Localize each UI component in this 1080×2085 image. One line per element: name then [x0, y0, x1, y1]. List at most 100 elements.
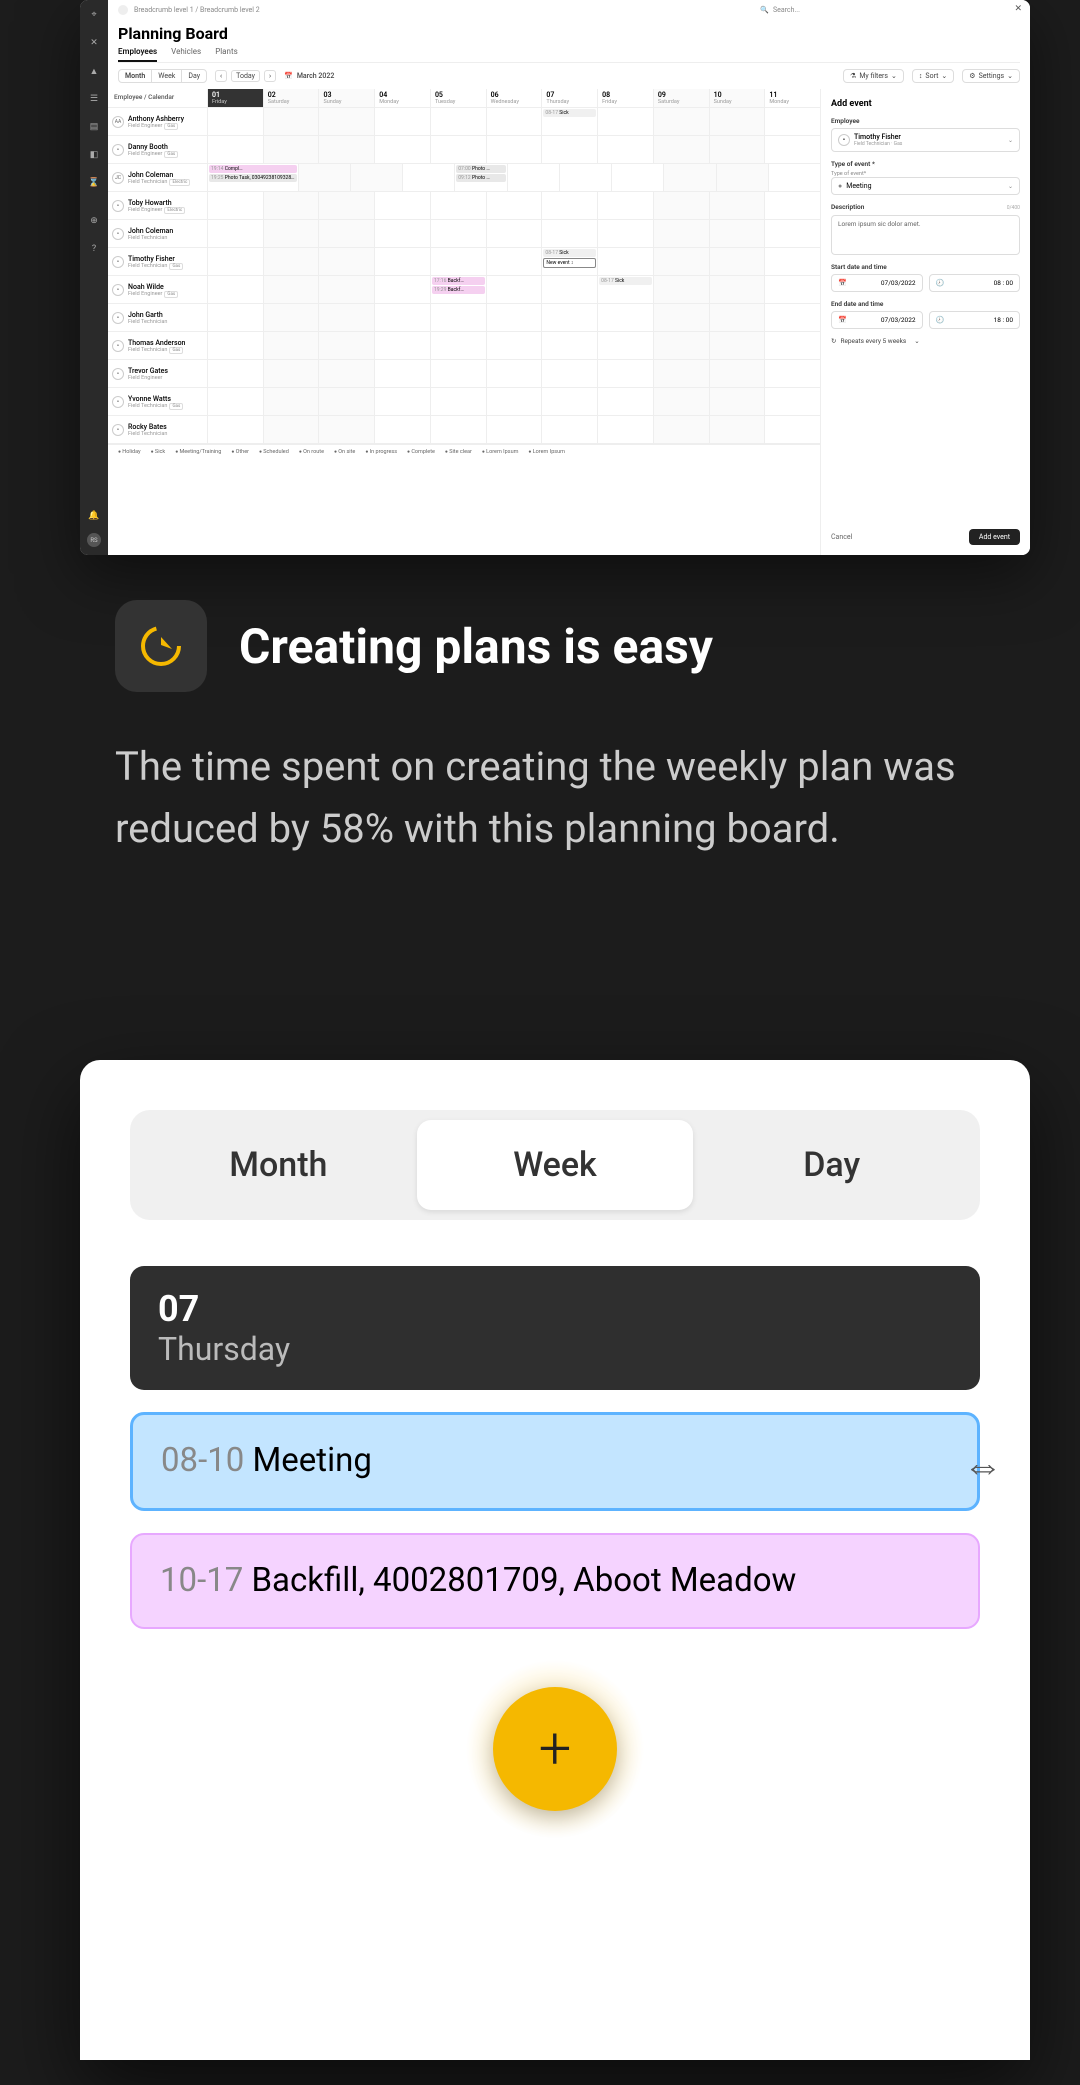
day-event[interactable]: 08-10 Meeting⇔ — [130, 1412, 980, 1511]
calendar-cell[interactable] — [299, 164, 351, 191]
day-column[interactable]: 06Wednesday — [487, 89, 543, 107]
calendar-cell[interactable] — [717, 164, 769, 191]
employee-cell[interactable]: ⚬Timothy FisherField TechnicianGas — [108, 248, 208, 275]
calendar-cell[interactable] — [765, 332, 820, 359]
drag-handle-icon[interactable]: ⇔ — [963, 1439, 1003, 1493]
add-event-button[interactable]: Add event — [969, 529, 1020, 545]
employee-cell[interactable]: ⚬Rocky BatesField Technician — [108, 416, 208, 443]
calendar-cell[interactable] — [765, 304, 820, 331]
day-column[interactable]: 01Friday — [208, 89, 264, 107]
calendar-cell[interactable] — [487, 416, 543, 443]
calendar-cell[interactable] — [654, 192, 710, 219]
calendar-cell[interactable] — [710, 192, 766, 219]
calendar-cell[interactable] — [654, 416, 710, 443]
tab-employees[interactable]: Employees — [118, 47, 157, 62]
day-column[interactable]: 03Sunday — [319, 89, 375, 107]
calendar-cell[interactable] — [765, 276, 820, 303]
today-button[interactable]: Today — [231, 70, 260, 82]
nav-icon[interactable]: ▤ — [87, 120, 101, 134]
event-chip[interactable]: 08-17 Sick — [543, 249, 596, 257]
calendar-cell[interactable] — [208, 108, 264, 135]
calendar-cell[interactable]: 08-17 Sick — [598, 276, 654, 303]
employee-cell[interactable]: JCJohn ColemanField TechnicianElectric — [108, 164, 208, 191]
calendar-cell[interactable] — [375, 304, 431, 331]
calendar-cell[interactable] — [654, 248, 710, 275]
calendar-cell[interactable] — [208, 332, 264, 359]
calendar-cell[interactable] — [710, 220, 766, 247]
nav-icon[interactable]: ✕ — [87, 36, 101, 50]
day-column[interactable]: 10Sunday — [710, 89, 766, 107]
calendar-cell[interactable] — [431, 360, 487, 387]
calendar-cell[interactable] — [319, 136, 375, 163]
calendar-cell[interactable] — [598, 248, 654, 275]
seg-month[interactable]: Month — [140, 1120, 417, 1210]
settings-button[interactable]: ⚙Settings⌄ — [962, 69, 1020, 83]
nav-icon[interactable]: ▲ — [87, 64, 101, 78]
calendar-cell[interactable] — [264, 192, 320, 219]
calendar-cell[interactable] — [319, 332, 375, 359]
seg-week[interactable]: Week — [152, 70, 182, 82]
prev-button[interactable]: ‹ — [215, 70, 227, 82]
calendar-cell[interactable] — [375, 388, 431, 415]
start-date-input[interactable]: 📅07/03/2022 — [831, 274, 923, 292]
tab-vehicles[interactable]: Vehicles — [171, 47, 201, 62]
calendar-cell[interactable] — [375, 416, 431, 443]
calendar-cell[interactable] — [431, 108, 487, 135]
calendar-cell[interactable] — [208, 276, 264, 303]
calendar-cell[interactable] — [431, 136, 487, 163]
calendar-cell[interactable] — [598, 108, 654, 135]
calendar-cell[interactable] — [765, 220, 820, 247]
day-column[interactable]: 08Friday — [598, 89, 654, 107]
calendar-cell[interactable] — [598, 416, 654, 443]
user-avatar[interactable]: RS — [87, 533, 101, 547]
calendar-cell[interactable] — [431, 220, 487, 247]
calendar-cell[interactable] — [208, 136, 264, 163]
event-chip[interactable]: 19:29 Backf… — [432, 286, 485, 294]
calendar-cell[interactable] — [654, 304, 710, 331]
calendar-cell[interactable] — [612, 164, 664, 191]
nav-icon[interactable]: ⌖ — [87, 8, 101, 22]
event-chip[interactable]: 19:14 Compl… — [209, 165, 297, 173]
calendar-cell[interactable] — [431, 304, 487, 331]
calendar-cell[interactable] — [598, 332, 654, 359]
calendar-cell[interactable] — [654, 136, 710, 163]
calendar-cell[interactable] — [710, 248, 766, 275]
calendar-cell[interactable] — [598, 192, 654, 219]
search[interactable]: 🔍Search... — [760, 6, 800, 14]
view-segment[interactable]: MonthWeekDay — [130, 1110, 980, 1220]
calendar-cell[interactable] — [710, 416, 766, 443]
end-date-input[interactable]: 📅07/03/2022 — [831, 311, 923, 329]
employee-cell[interactable]: ⚬Toby HowarthField EngineerElectric — [108, 192, 208, 219]
calendar-cell[interactable] — [664, 164, 716, 191]
calendar-cell[interactable] — [319, 388, 375, 415]
cancel-button[interactable]: Cancel — [831, 533, 852, 541]
calendar-cell[interactable] — [710, 276, 766, 303]
calendar-cell[interactable] — [598, 220, 654, 247]
calendar-cell[interactable] — [375, 332, 431, 359]
calendar-cell[interactable] — [319, 360, 375, 387]
breadcrumb[interactable]: Breadcrumb level 1 / Breadcrumb level 2 — [134, 6, 760, 14]
calendar-cell[interactable] — [765, 388, 820, 415]
calendar-cell[interactable] — [431, 332, 487, 359]
calendar-cell[interactable] — [264, 108, 320, 135]
calendar-cell[interactable] — [710, 360, 766, 387]
calendar-cell[interactable] — [208, 192, 264, 219]
calendar-cell[interactable] — [654, 360, 710, 387]
calendar-cell[interactable] — [319, 108, 375, 135]
calendar-cell[interactable] — [487, 276, 543, 303]
calendar-cell[interactable] — [208, 304, 264, 331]
event-chip[interactable]: 07:00 Photo … — [456, 165, 505, 173]
calendar-cell[interactable] — [598, 136, 654, 163]
calendar-cell[interactable] — [654, 276, 710, 303]
nav-icon[interactable]: ⊕ — [87, 214, 101, 228]
seg-day[interactable]: Day — [182, 70, 206, 82]
filters-button[interactable]: ⚗My filters⌄ — [843, 69, 904, 83]
employee-cell[interactable]: ⚬Yvonne WattsField TechnicianGas — [108, 388, 208, 415]
calendar-cell[interactable]: 08-17 Sick — [542, 108, 598, 135]
calendar-cell[interactable] — [375, 220, 431, 247]
seg-month[interactable]: Month — [119, 70, 152, 82]
employee-select[interactable]: ⚬ Timothy Fisher Field Technician · Gas … — [831, 128, 1020, 152]
calendar-cell[interactable] — [208, 220, 264, 247]
calendar-cell[interactable] — [598, 304, 654, 331]
seg-day[interactable]: Day — [693, 1120, 970, 1210]
